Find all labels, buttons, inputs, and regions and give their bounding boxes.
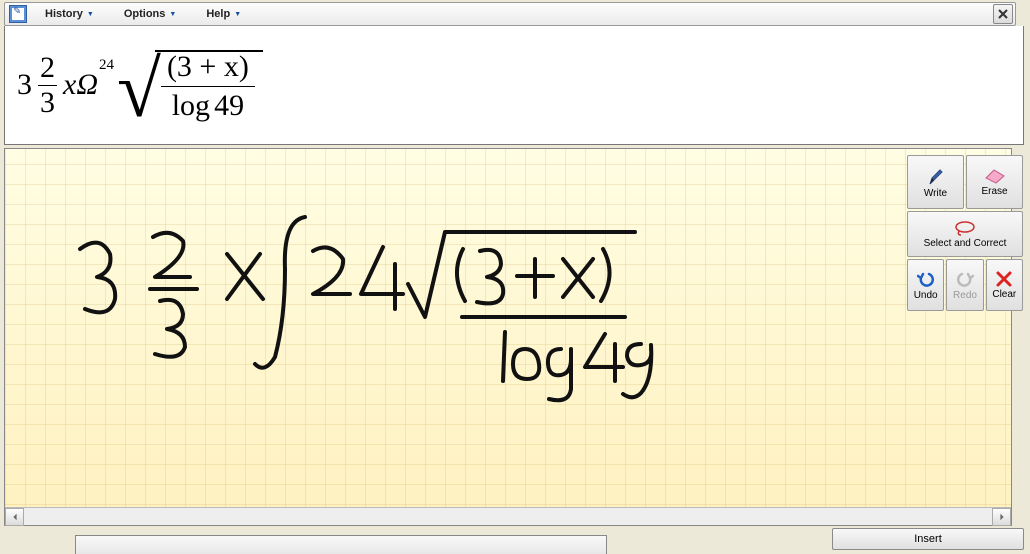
scroll-left-button[interactable] [5,508,24,526]
handwritten-math-stroke [5,149,1011,525]
select-correct-label: Select and Correct [924,238,1007,249]
math-input-panel-window: History ▼ Options ▼ Help ▼ 3 2 3 x Ω 24 [0,0,1030,554]
math-fraction: 2 3 [38,51,57,120]
clear-x-icon [996,271,1012,287]
bottom-panel-stub [75,535,607,554]
math-var-x: x [63,68,76,102]
redo-icon [956,270,974,288]
math-fraction-num: 2 [38,51,57,86]
app-icon [9,5,27,23]
rendered-math-output: 3 2 3 x Ω 24 √ (3 + x) log49 [4,26,1024,145]
triangle-left-icon [11,513,19,521]
redo-button[interactable]: Redo [946,259,983,311]
math-fraction-den: 3 [38,86,57,120]
close-button[interactable] [993,4,1013,24]
math-coeff: 3 [17,68,32,102]
math-log-arg: 49 [214,89,244,122]
triangle-right-icon [998,513,1006,521]
undo-label: Undo [914,290,938,301]
dropdown-icon: ▼ [234,11,241,18]
pen-icon [926,166,946,186]
dropdown-icon: ▼ [169,11,176,18]
close-icon [998,9,1008,19]
menu-help-label: Help [206,8,230,20]
menu-options-label: Options [124,8,166,20]
erase-tool-button[interactable]: Erase [966,155,1023,209]
undo-button[interactable]: Undo [907,259,944,311]
insert-label: Insert [914,533,942,545]
horizontal-scrollbar[interactable] [5,507,1011,525]
select-correct-button[interactable]: Select and Correct [907,211,1023,257]
clear-button[interactable]: Clear [986,259,1023,311]
menu-bar: History ▼ Options ▼ Help ▼ [4,2,1016,26]
scrollbar-track[interactable] [24,508,992,525]
tool-palette: Write Erase Select and Correct [906,154,1024,312]
surd-icon: √ [117,56,161,126]
math-log-word: log [172,89,210,122]
erase-tool-label: Erase [981,186,1007,197]
ink-writing-area[interactable] [4,148,1012,526]
math-radicand-num: (3 + x) [161,50,255,87]
write-tool-button[interactable]: Write [907,155,964,209]
math-omega: Ω [76,68,98,102]
menu-history[interactable]: History ▼ [37,5,102,23]
redo-label: Redo [953,290,977,301]
menu-help[interactable]: Help ▼ [198,5,249,23]
menu-history-label: History [45,8,83,20]
lasso-icon [953,220,977,236]
scroll-right-button[interactable] [992,508,1011,526]
dropdown-icon: ▼ [87,11,94,18]
write-tool-label: Write [924,188,947,199]
math-root-index: 24 [99,57,114,74]
clear-label: Clear [992,289,1016,300]
eraser-icon [984,168,1006,184]
menu-options[interactable]: Options ▼ [116,5,185,23]
insert-button[interactable]: Insert [832,528,1024,550]
undo-icon [917,270,935,288]
math-radical: √ (3 + x) log49 [117,50,263,120]
